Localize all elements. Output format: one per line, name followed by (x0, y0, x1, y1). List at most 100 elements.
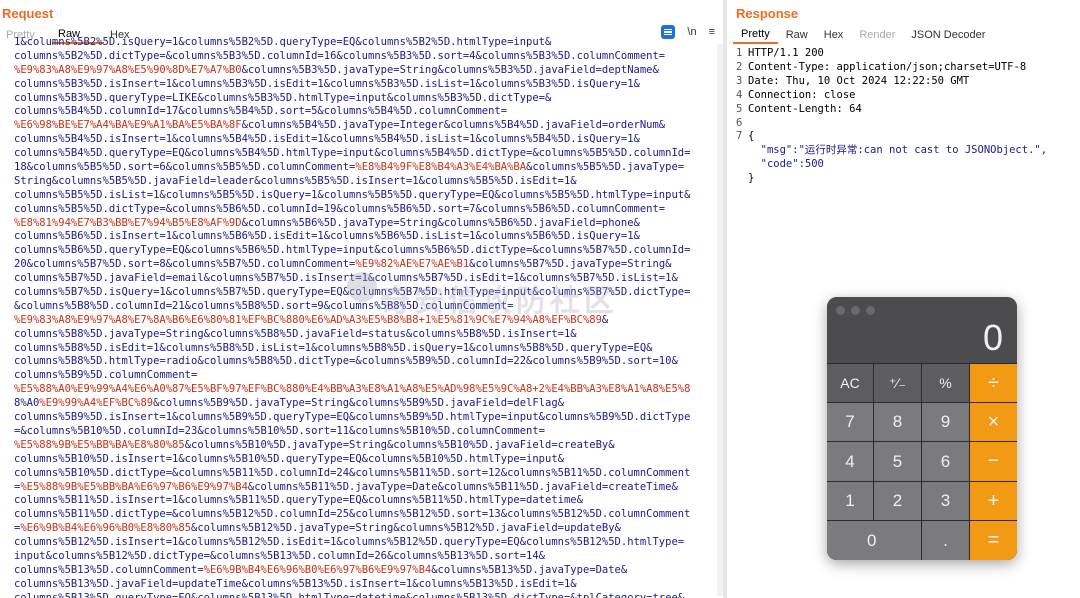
request-body-line: columns%5B10%5D.isInsert=1&columns%5B10%… (14, 452, 564, 465)
response-line-text: Content-Type: application/json;charset=U… (748, 60, 1027, 73)
calc-key-add[interactable]: + (970, 482, 1017, 520)
line-number: 6 (736, 116, 743, 129)
close-window-icon[interactable] (836, 306, 845, 315)
calc-key-digit-3[interactable]: 3 (922, 482, 969, 520)
request-body-line: columns%5B13%5D.javaField=updateTime&col… (14, 577, 577, 590)
calc-key-multiply[interactable]: × (970, 403, 1017, 441)
request-body-line: columns%5B13%5D.columnComment=%E6%9B%B4%… (14, 563, 628, 576)
request-body-line: %E8%81%94%E7%B3%BB%E7%94%B5%E8%AF%9D&col… (14, 216, 640, 229)
line-number: 2 (736, 60, 743, 73)
watermark: 奇安信攻防社区 (380, 285, 618, 318)
calc-key-clear[interactable]: AC (827, 364, 873, 402)
calc-key-digit-9[interactable]: 9 (922, 403, 969, 441)
request-body-line: =%E5%88%9B%E5%BB%BA%E6%97%B6%E9%97%B4&co… (14, 480, 678, 493)
response-tabs: Pretty Raw Hex Render JSON Decoder (733, 26, 993, 44)
request-body-line: columns%5B2%5D.dictType=&columns%5B3%5D.… (14, 49, 666, 62)
request-body-line: columns%5B3%5D.queryType=LIKE&columns%5B… (14, 91, 552, 104)
line-number: 7 (736, 130, 743, 143)
calc-key-digit-0[interactable]: 0 (827, 521, 921, 560)
request-body-line: columns%5B6%5D.queryType=EQ&columns%5B6%… (14, 244, 691, 257)
calc-key-digit-6[interactable]: 6 (922, 442, 969, 481)
line-number: 3 (736, 74, 743, 87)
watermark-logo-icon (347, 272, 377, 302)
response-line: 3 Date: Thu, 10 Oct 2024 12:22:50 GMT (736, 75, 1047, 89)
response-line-text: HTTP/1.1 200 (748, 47, 824, 59)
request-body-line: columns%5B11%5D.dictType=&columns%5B12%5… (14, 508, 691, 521)
response-line-text: Content-Length: 64 (748, 102, 862, 115)
response-line: "msg":"运行时异常:can not cast to JSONObject.… (736, 144, 1047, 158)
line-number: 5 (736, 102, 743, 115)
request-body-line: %E6%98%BE%E7%A4%BA%E9%A1%BA%E5%BA%8F&col… (14, 119, 666, 132)
calc-key-percent[interactable]: % (922, 364, 969, 402)
request-body-line: columns%5B6%5D.isInsert=1&columns%5B6%5D… (14, 230, 640, 243)
calc-key-subtract[interactable]: − (970, 442, 1017, 481)
response-line-text: "code":500 (748, 158, 824, 171)
calc-key-digit-5[interactable]: 5 (874, 442, 921, 481)
response-title: Response (736, 6, 799, 21)
request-body-line: columns%5B12%5D.isInsert=1&columns%5B12%… (14, 536, 685, 549)
request-body-line: columns%5B3%5D.isInsert=1&columns%5B3%5D… (14, 77, 640, 90)
calculator-display-area: 0 (827, 297, 1017, 363)
request-body-line: %E5%88%9B%E5%BB%BA%E8%80%85&columns%5B10… (14, 438, 615, 451)
request-body-line: columns%5B8%5D.htmlType=radio&columns%5B… (14, 355, 678, 368)
calc-key-decimal[interactable]: . (922, 521, 969, 560)
calculator-window: 0 AC ⁺∕₋% ÷ 7 8 9 × 4 5 6− 1 2 3 +0. = (827, 297, 1017, 560)
calc-key-digit-1[interactable]: 1 (827, 482, 873, 520)
request-body-line: %E5%88%A0%E9%99%A4%E6%A0%87%E5%BF%97%EF%… (14, 383, 691, 396)
calc-key-digit-2[interactable]: 2 (874, 482, 921, 520)
request-body-line: columns%5B10%5D.dictType=&columns%5B11%5… (14, 466, 691, 479)
zoom-window-icon[interactable] (866, 306, 875, 315)
calculator-display: 0 (982, 317, 1003, 358)
request-body-line: columns%5B9%5D.isInsert=1&columns%5B9%5D… (14, 411, 691, 424)
response-line: 7{ (736, 130, 1047, 144)
response-line: } (736, 172, 1047, 186)
request-body-line: String&columns%5B5%5D.javaField=leader&c… (14, 174, 577, 187)
request-body-line: columns%5B8%5D.isEdit=1&columns%5B8%5D.i… (14, 341, 653, 354)
calc-key-digit-7[interactable]: 7 (827, 403, 873, 441)
request-body-line: =%E6%9B%B4%E6%96%B0%E8%80%85&columns%5B1… (14, 522, 621, 535)
calc-key-digit-4[interactable]: 4 (827, 442, 873, 481)
request-pane: Request Pretty Raw Hex \n ≡ 1&columns%5B2%… (0, 0, 723, 598)
response-line-text: } (748, 172, 755, 185)
request-body-line: columns%5B13%5D.queryType=EQ&columns%5B1… (14, 591, 685, 598)
request-body-line: columns%5B11%5D.isInsert=1&columns%5B11%… (14, 494, 583, 507)
response-line: 5 Content-Length: 64 (736, 103, 1047, 117)
request-body-line: input&columns%5B12%5D.dictType=&columns%… (14, 549, 546, 562)
line-number: 4 (736, 88, 743, 101)
calc-key-equals[interactable]: = (970, 521, 1017, 560)
tab-raw[interactable]: Raw (778, 27, 816, 43)
request-body-line: columns%5B4%5D.columnId=17&columns%5B4%5… (14, 105, 508, 118)
response-line: "code":500 (736, 158, 1047, 172)
line-number: 1 (736, 47, 743, 59)
request-body-line: 1&columns%5B2%5D.isQuery=1&columns%5B2%5… (14, 36, 552, 48)
minimize-window-icon[interactable] (851, 306, 860, 315)
calc-key-digit-8[interactable]: 8 (874, 403, 921, 441)
response-line: 4 Connection: close (736, 89, 1047, 103)
response-line: 6 (736, 117, 1047, 131)
tab-pretty[interactable]: Pretty (733, 26, 778, 44)
response-line-text: "msg":"运行时异常:can not cast to JSONObject.… (748, 144, 1048, 157)
tab-render[interactable]: Render (851, 27, 903, 43)
response-line-text: { (748, 130, 755, 143)
tab-hex[interactable]: Hex (816, 27, 852, 43)
request-body-line: columns%5B8%5D.javaType=String&columns%5… (14, 327, 577, 340)
calc-key-plus-minus[interactable]: ⁺∕₋ (874, 364, 921, 402)
request-body-line: columns%5B5%5D.dictType=&columns%5B6%5D.… (14, 202, 666, 215)
response-line-text: Date: Thu, 10 Oct 2024 12:22:50 GMT (748, 74, 970, 87)
request-body-line: %E9%83%A8%E9%97%A8%E5%90%8D%E7%A7%B0&col… (14, 63, 659, 76)
request-body-line: 8%A0%E9%99%A4%EF%BC%89&columns%5B9%5D.ja… (14, 397, 564, 410)
request-body-line: columns%5B9%5D.columnComment= (14, 369, 198, 382)
request-title: Request (2, 6, 54, 21)
response-line-text: Connection: close (748, 88, 856, 101)
request-body-line: =&columns%5B10%5D.columnId=23&columns%5B… (14, 424, 546, 437)
tab-json-decoder[interactable]: JSON Decoder (903, 27, 993, 43)
response-line: 2 Content-Type: application/json;charset=… (736, 61, 1047, 75)
response-body[interactable]: 1 HTTP/1.1 200 2 Content-Type: application/… (736, 47, 1047, 186)
response-line: 1 HTTP/1.1 200 (736, 47, 1047, 61)
request-body-line: columns%5B4%5D.isInsert=1&columns%5B4%5D… (14, 133, 640, 146)
request-body-line: columns%5B4%5D.queryType=EQ&columns%5B4%… (14, 147, 691, 160)
calc-key-divide[interactable]: ÷ (970, 364, 1017, 402)
request-body-line: 18&columns%5B5%5D.sort=6&columns%5B5%5D.… (14, 161, 685, 174)
calculator-keypad: AC ⁺∕₋% ÷ 7 8 9 × 4 5 6− 1 2 3 +0. = (827, 364, 1017, 560)
request-body-line: columns%5B5%5D.isList=1&columns%5B5%5D.i… (14, 188, 691, 201)
